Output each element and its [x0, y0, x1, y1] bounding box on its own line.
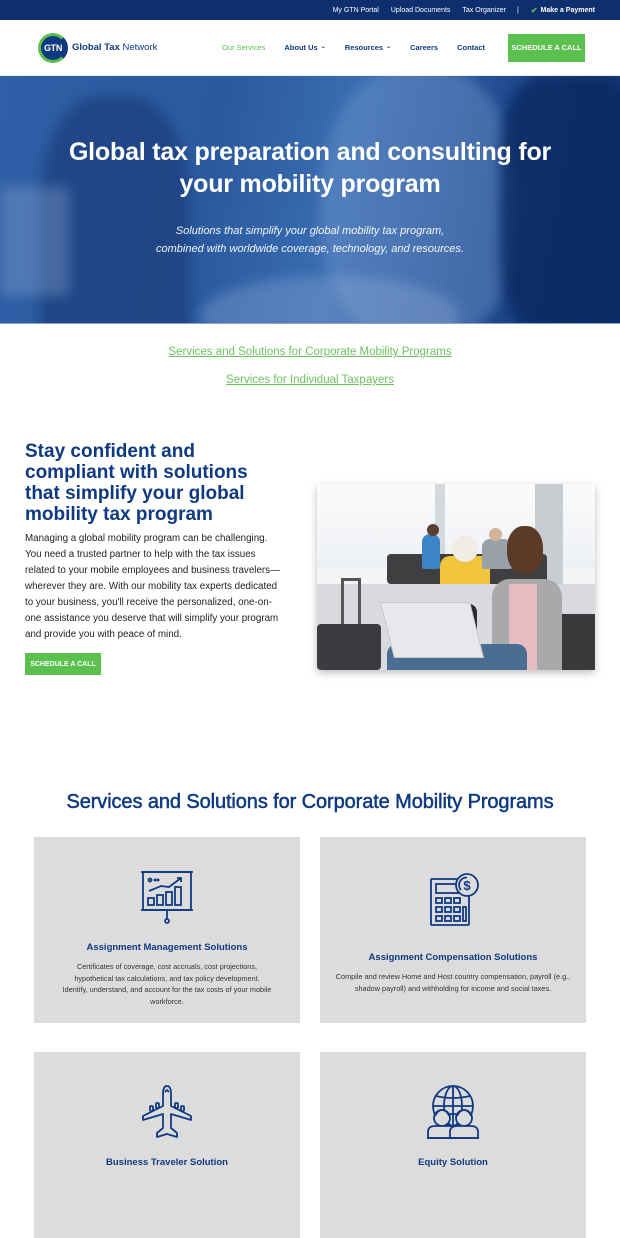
nav-contact[interactable]: Contact — [457, 43, 485, 52]
make-payment-label: Make a Payment — [540, 6, 595, 14]
service-card-title: Equity Solution — [418, 1157, 488, 1168]
photo-person-head — [452, 536, 478, 562]
logo[interactable]: GTN Global Tax Network — [38, 32, 157, 63]
utility-bar: My GTN Portal Upload Documents Tax Organ… — [0, 0, 620, 20]
hero-subtitle: Solutions that simplify your global mobi… — [0, 222, 620, 258]
hero-title: Global tax preparation and consulting fo… — [0, 136, 620, 200]
intro-section: Stay confident and compliant with soluti… — [0, 401, 620, 751]
photo-laptop — [380, 602, 484, 658]
intro-heading: Stay confident and compliant with soluti… — [25, 441, 248, 525]
service-card-title: Assignment Management Solutions — [86, 942, 248, 953]
service-card[interactable]: $ Assignment Compensation Solutions Comp… — [320, 837, 586, 1023]
hero-title-line: your mobility program — [179, 170, 441, 198]
photo-man-head — [507, 526, 543, 574]
hero-divider — [0, 323, 620, 324]
nav-careers[interactable]: Careers — [410, 43, 438, 52]
service-card[interactable]: Business Traveler Solution — [34, 1052, 300, 1238]
intro-schedule-call-button[interactable]: SCHEDULE A CALL — [25, 653, 101, 675]
logo-text-light: Network — [119, 42, 158, 53]
site-header: GTN Global Tax Network Our Services Abou… — [0, 20, 620, 76]
nav-about-us-label: About Us — [284, 43, 318, 52]
hero-content: Global tax preparation and consulting fo… — [0, 76, 620, 258]
logo-text-bold: Global Tax — [72, 42, 120, 53]
nav-resources[interactable]: Resources ⌄ — [345, 43, 391, 52]
check-icon: ✔ — [530, 5, 538, 15]
presentation-chart-icon — [141, 871, 193, 924]
nav-our-services[interactable]: Our Services — [222, 43, 265, 52]
my-gtn-portal-link[interactable]: My GTN Portal — [333, 7, 379, 14]
service-card-title: Assignment Compensation Solutions — [368, 952, 538, 963]
photo-suitcase-handle — [341, 578, 361, 628]
photo-suitcase — [317, 624, 381, 670]
individual-taxpayers-link[interactable]: Services for Individual Taxpayers — [0, 373, 620, 388]
service-card-title: Business Traveler Solution — [106, 1157, 228, 1168]
airplane-icon — [142, 1085, 192, 1138]
schedule-call-button[interactable]: SCHEDULE A CALL — [508, 33, 585, 62]
photo-person — [422, 534, 440, 569]
logo-text: Global Tax Network — [72, 42, 157, 53]
corporate-programs-link[interactable]: Services and Solutions for Corporate Mob… — [0, 345, 620, 360]
service-card[interactable]: Equity Solution — [320, 1052, 586, 1238]
intro-body: Managing a global mobility program can b… — [25, 533, 280, 640]
chevron-down-icon: ⌄ — [386, 44, 392, 50]
photo-person-head — [489, 528, 502, 541]
hero-subtitle-line: Solutions that simplify your global mobi… — [175, 225, 445, 237]
main-nav: Our Services About Us ⌄ Resources ⌄ Career… — [222, 33, 585, 62]
gtn-logo-icon: GTN — [38, 32, 68, 63]
upload-documents-link[interactable]: Upload Documents — [391, 7, 451, 14]
utility-separator: | — [516, 6, 519, 14]
hero-banner: Global tax preparation and consulting fo… — [0, 76, 620, 324]
hero-subtitle-line: combined with worldwide coverage, techno… — [156, 243, 464, 255]
nav-about-us[interactable]: About Us ⌄ — [284, 43, 325, 52]
tax-organizer-link[interactable]: Tax Organizer — [462, 7, 506, 14]
make-payment-link[interactable]: ✔ Make a Payment — [531, 6, 595, 15]
service-cards: Assignment Management Solutions Certific… — [0, 814, 620, 1238]
traveler-photo — [317, 484, 595, 670]
services-title: Services and Solutions for Corporate Mob… — [66, 791, 554, 814]
globe-people-icon — [427, 1085, 479, 1139]
service-card-text: Compile and review Home and Host country… — [335, 972, 571, 993]
chevron-down-icon: ⌄ — [320, 44, 326, 50]
svg-text:$: $ — [463, 878, 471, 893]
service-card[interactable]: Assignment Management Solutions Certific… — [34, 837, 300, 1023]
calculator-dollar-icon: $ — [430, 873, 479, 926]
photo-person-head — [427, 524, 439, 536]
intro-text: Stay confident and compliant with soluti… — [25, 441, 285, 751]
hero-title-line: Global tax preparation and consulting fo… — [68, 138, 552, 166]
nav-resources-label: Resources — [344, 43, 384, 52]
service-card-text: Certificates of coverage, cost accruals,… — [62, 962, 272, 1006]
anchor-links: Services and Solutions for Corporate Mob… — [0, 324, 620, 388]
